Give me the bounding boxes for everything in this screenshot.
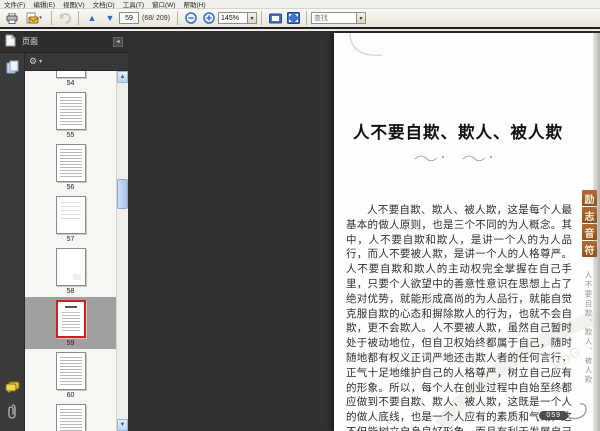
- menu-edit[interactable]: 编辑(E): [33, 0, 55, 9]
- thumbnail-image[interactable]: [55, 196, 86, 234]
- page-count-label: (68/ 209): [142, 14, 171, 22]
- menu-document[interactable]: 文档(D): [93, 0, 115, 9]
- next-page-button[interactable]: ▼: [102, 11, 118, 26]
- email-dropdown-icon: ▾: [39, 14, 42, 21]
- menu-file[interactable]: 文件(F): [4, 0, 25, 9]
- zoom-out-button[interactable]: [183, 11, 199, 26]
- thumbnail-page-58[interactable]: 58: [25, 245, 116, 297]
- margin-chapter-caption: 人不要自欺、欺人、被人欺: [584, 271, 593, 385]
- thumbnail-image[interactable]: [55, 300, 86, 338]
- pages-icon: [5, 34, 16, 49]
- toolbar-separator: [78, 11, 79, 25]
- menu-window[interactable]: 窗口(W): [152, 0, 175, 9]
- thumbnail-list: 54 55 56 57 58 59 60: [25, 71, 116, 431]
- series-tab-char: 励: [582, 190, 597, 206]
- email-button[interactable]: ▾: [22, 11, 46, 26]
- page-number-input[interactable]: [119, 12, 139, 24]
- gear-icon[interactable]: ⚙: [29, 56, 37, 67]
- menu-bar: 文件(F) 编辑(E) 视图(V) 文档(D) 工具(T) 窗口(W) 帮助(H…: [0, 0, 600, 9]
- zoom-in-icon: [203, 12, 215, 24]
- find-input[interactable]: [311, 12, 358, 24]
- previous-view-icon: [58, 12, 72, 24]
- toolbar-separator: [306, 11, 308, 25]
- fit-page-button[interactable]: [285, 11, 301, 26]
- zoom-dropdown-button[interactable]: ▾: [248, 12, 258, 24]
- thumbnail-page-56[interactable]: 56: [25, 141, 116, 193]
- previous-page-button[interactable]: ▲: [84, 11, 100, 26]
- menu-tools[interactable]: 工具(T): [123, 0, 144, 9]
- comments-panel-icon[interactable]: [5, 380, 20, 398]
- previous-view-button[interactable]: [57, 11, 73, 26]
- thumbnail-page-61[interactable]: [25, 401, 116, 431]
- document-canvas[interactable]: 人不要自欺、欺人、被人欺 人不要自欺、欺人、被人欺，这是每个人最基本的做人原则，…: [128, 31, 600, 431]
- scrollbar-track[interactable]: [117, 83, 128, 419]
- attachments-paperclip-icon[interactable]: [7, 404, 17, 424]
- thumbnail-image[interactable]: [55, 248, 86, 286]
- thumbnail-page-54[interactable]: 54: [25, 71, 116, 89]
- thumbnail-label: 59: [66, 340, 75, 347]
- toolbar-separator: [261, 11, 263, 25]
- options-dropdown-icon[interactable]: ▾: [39, 58, 42, 65]
- zoom-out-icon: [185, 12, 197, 24]
- scroll-down-button[interactable]: ▼: [117, 419, 128, 431]
- find-dropdown-button[interactable]: ▾: [357, 12, 367, 24]
- thumbnail-options-row: ⚙ ▾: [25, 53, 128, 71]
- thumbnail-label: 57: [66, 236, 75, 243]
- series-tab-char: 音: [582, 224, 597, 240]
- printer-icon: [6, 12, 18, 24]
- fit-width-icon: [268, 13, 282, 24]
- thumbnail-label: 58: [66, 288, 75, 295]
- scrollbar-thumb[interactable]: [117, 179, 128, 209]
- main-area: 页面 ◂ ⚙ ▾ 54 55 56 57 58 59 60 ▲ ▼ 人不要自欺、…: [0, 31, 600, 431]
- scroll-up-button[interactable]: ▲: [117, 71, 128, 83]
- send-document-icon: [26, 12, 39, 24]
- toolbar-separator: [51, 11, 52, 25]
- pages-panel-title: 页面: [22, 37, 38, 46]
- thumbnail-image[interactable]: [55, 71, 86, 78]
- body-paragraph: 人不要自欺、欺人、被人欺，这是每个人最基本的做人原则，也是三个不同的为人概念。其…: [346, 205, 572, 431]
- toolbar: ▾ ▲ ▼ (68/ 209) ▾ ▾: [0, 9, 600, 29]
- series-tab: 励 志 音 符: [582, 190, 597, 257]
- fit-page-icon: [286, 12, 300, 24]
- thumbnail-image[interactable]: [55, 352, 86, 390]
- panel-collapse-button[interactable]: ◂: [113, 36, 123, 47]
- thumbnail-page-57[interactable]: 57: [25, 193, 116, 245]
- thumbnail-scrollbar[interactable]: ▲ ▼: [116, 71, 128, 431]
- thumbnail-page-60[interactable]: 60: [25, 349, 116, 401]
- series-tab-char: 志: [582, 207, 597, 223]
- thumbnail-label: 60: [66, 392, 75, 399]
- thumbnail-image[interactable]: [55, 404, 86, 431]
- thumbnail-image[interactable]: [55, 144, 86, 182]
- thumbnails-panel: ⚙ ▾ 54 55 56 57 58 59 60 ▲ ▼: [24, 53, 128, 431]
- pages-panel-header: 页面 ◂: [0, 31, 128, 53]
- chapter-title: 人不要自欺、欺人、被人欺: [353, 124, 563, 142]
- document-page: 人不要自欺、欺人、被人欺 人不要自欺、欺人、被人欺，这是每个人最基本的做人原则，…: [334, 32, 600, 431]
- chevron-down-icon: ▾: [250, 15, 254, 22]
- arrow-up-icon: ▲: [87, 12, 97, 23]
- series-tab-char: 符: [582, 241, 597, 257]
- page-number-badge: 059: [539, 411, 568, 420]
- menu-view[interactable]: 视图(V): [63, 0, 85, 9]
- fit-width-button[interactable]: [267, 11, 283, 26]
- thumbnail-label: 56: [66, 184, 75, 191]
- zoom-level-input[interactable]: [218, 12, 249, 24]
- print-button[interactable]: [4, 11, 20, 26]
- zoom-in-button[interactable]: [201, 11, 217, 26]
- menu-help[interactable]: 帮助(H): [183, 0, 205, 9]
- page-number-flourish: [566, 401, 592, 428]
- sidebar-rail: [0, 53, 24, 431]
- title-ornament-icon: [344, 149, 572, 167]
- navigation-sidebar: 页面 ◂ ⚙ ▾ 54 55 56 57 58 59 60 ▲ ▼: [0, 31, 128, 431]
- layers-panel-icon[interactable]: [6, 60, 19, 79]
- thumbnail-label: 55: [66, 132, 75, 139]
- toolbar-separator: [177, 11, 179, 25]
- thumbnail-page-55[interactable]: 55: [25, 89, 116, 141]
- arrow-down-icon: ▼: [105, 12, 115, 23]
- thumbnail-label: 54: [66, 80, 75, 87]
- chevron-down-icon: ▾: [359, 15, 363, 22]
- thumbnail-page-59[interactable]: 59: [25, 297, 116, 349]
- thumbnail-image[interactable]: [55, 92, 86, 130]
- top-left-flourish: [348, 32, 388, 64]
